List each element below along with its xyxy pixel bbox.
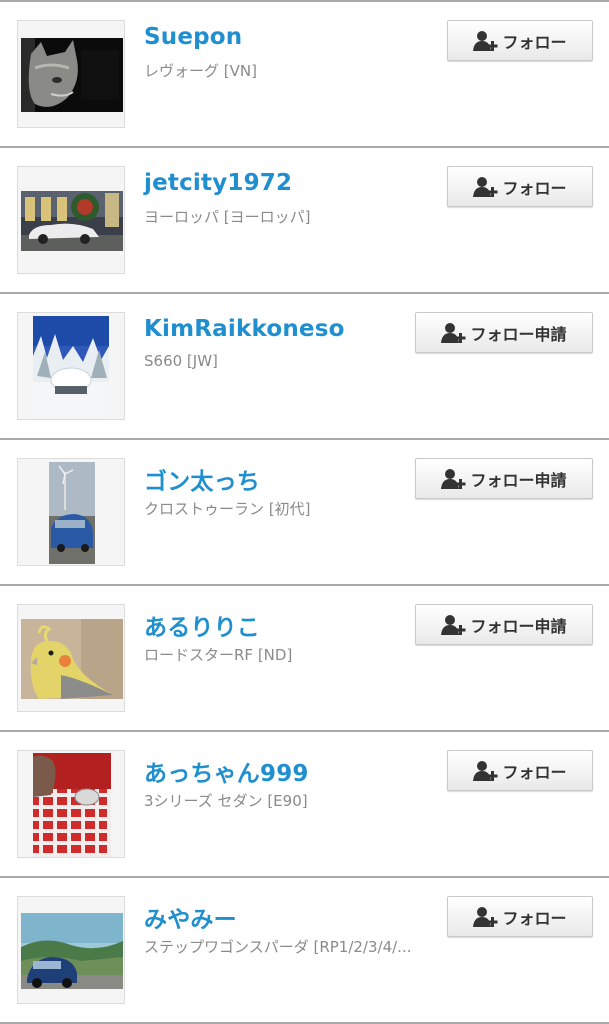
follow-button-label: フォロー bbox=[502, 762, 567, 782]
user-avatar[interactable] bbox=[17, 750, 125, 858]
follow-button-label: フォロー bbox=[502, 908, 567, 928]
add-user-icon bbox=[473, 760, 498, 781]
add-user-icon bbox=[473, 176, 498, 197]
username[interactable]: みやみー bbox=[144, 900, 237, 934]
user-row: Suepon レヴォーグ [VN] フォロー bbox=[0, 2, 609, 148]
username[interactable]: Suepon bbox=[144, 24, 242, 50]
follow-button-label: フォロー bbox=[502, 178, 567, 198]
follow-request-button-label: フォロー申請 bbox=[470, 470, 567, 490]
user-avatar[interactable] bbox=[17, 896, 125, 1004]
follow-request-button[interactable]: フォロー申請 bbox=[415, 604, 593, 645]
user-avatar[interactable] bbox=[17, 166, 125, 274]
car-model: クロストゥーラン [初代] bbox=[144, 500, 311, 518]
user-avatar[interactable] bbox=[17, 458, 125, 566]
user-avatar[interactable] bbox=[17, 20, 125, 128]
follow-button[interactable]: フォロー bbox=[447, 20, 593, 61]
follow-button-label: フォロー bbox=[502, 32, 567, 52]
car-model: S660 [JW] bbox=[144, 352, 218, 370]
car-model: ヨーロッパ [ヨーロッパ] bbox=[144, 208, 311, 226]
user-row: ゴン太っち クロストゥーラン [初代] フォロー申請 bbox=[0, 440, 609, 586]
add-user-icon bbox=[441, 614, 466, 635]
username[interactable]: KimRaikkoneso bbox=[144, 316, 345, 342]
follow-user-list: Suepon レヴォーグ [VN] フォロー jetcity1972 ヨーロッパ… bbox=[0, 0, 609, 1024]
add-user-icon bbox=[473, 906, 498, 927]
username[interactable]: あっちゃん999 bbox=[144, 754, 309, 788]
user-avatar[interactable] bbox=[17, 312, 125, 420]
follow-request-button[interactable]: フォロー申請 bbox=[415, 458, 593, 499]
user-row: あるりりこ ロードスターRF [ND] フォロー申請 bbox=[0, 586, 609, 732]
user-row: みやみー ステップワゴンスパーダ [RP1/2/3/4/... フォロー bbox=[0, 878, 609, 1024]
follow-button[interactable]: フォロー bbox=[447, 166, 593, 207]
add-user-icon bbox=[473, 30, 498, 51]
follow-request-button-label: フォロー申請 bbox=[470, 616, 567, 636]
follow-button[interactable]: フォロー bbox=[447, 896, 593, 937]
user-row: KimRaikkoneso S660 [JW] フォロー申請 bbox=[0, 294, 609, 440]
add-user-icon bbox=[441, 322, 466, 343]
follow-request-button[interactable]: フォロー申請 bbox=[415, 312, 593, 353]
username[interactable]: あるりりこ bbox=[144, 608, 260, 642]
add-user-icon bbox=[441, 468, 466, 489]
car-model: ロードスターRF [ND] bbox=[144, 646, 293, 664]
car-model: 3シリーズ セダン [E90] bbox=[144, 792, 308, 810]
car-model: ステップワゴンスパーダ [RP1/2/3/4/... bbox=[144, 938, 412, 956]
user-avatar[interactable] bbox=[17, 604, 125, 712]
follow-button[interactable]: フォロー bbox=[447, 750, 593, 791]
username[interactable]: jetcity1972 bbox=[144, 170, 292, 196]
user-row: あっちゃん999 3シリーズ セダン [E90] フォロー bbox=[0, 732, 609, 878]
car-model: レヴォーグ [VN] bbox=[144, 62, 257, 80]
user-row: jetcity1972 ヨーロッパ [ヨーロッパ] フォロー bbox=[0, 148, 609, 294]
follow-request-button-label: フォロー申請 bbox=[470, 324, 567, 344]
username[interactable]: ゴン太っち bbox=[144, 462, 260, 496]
